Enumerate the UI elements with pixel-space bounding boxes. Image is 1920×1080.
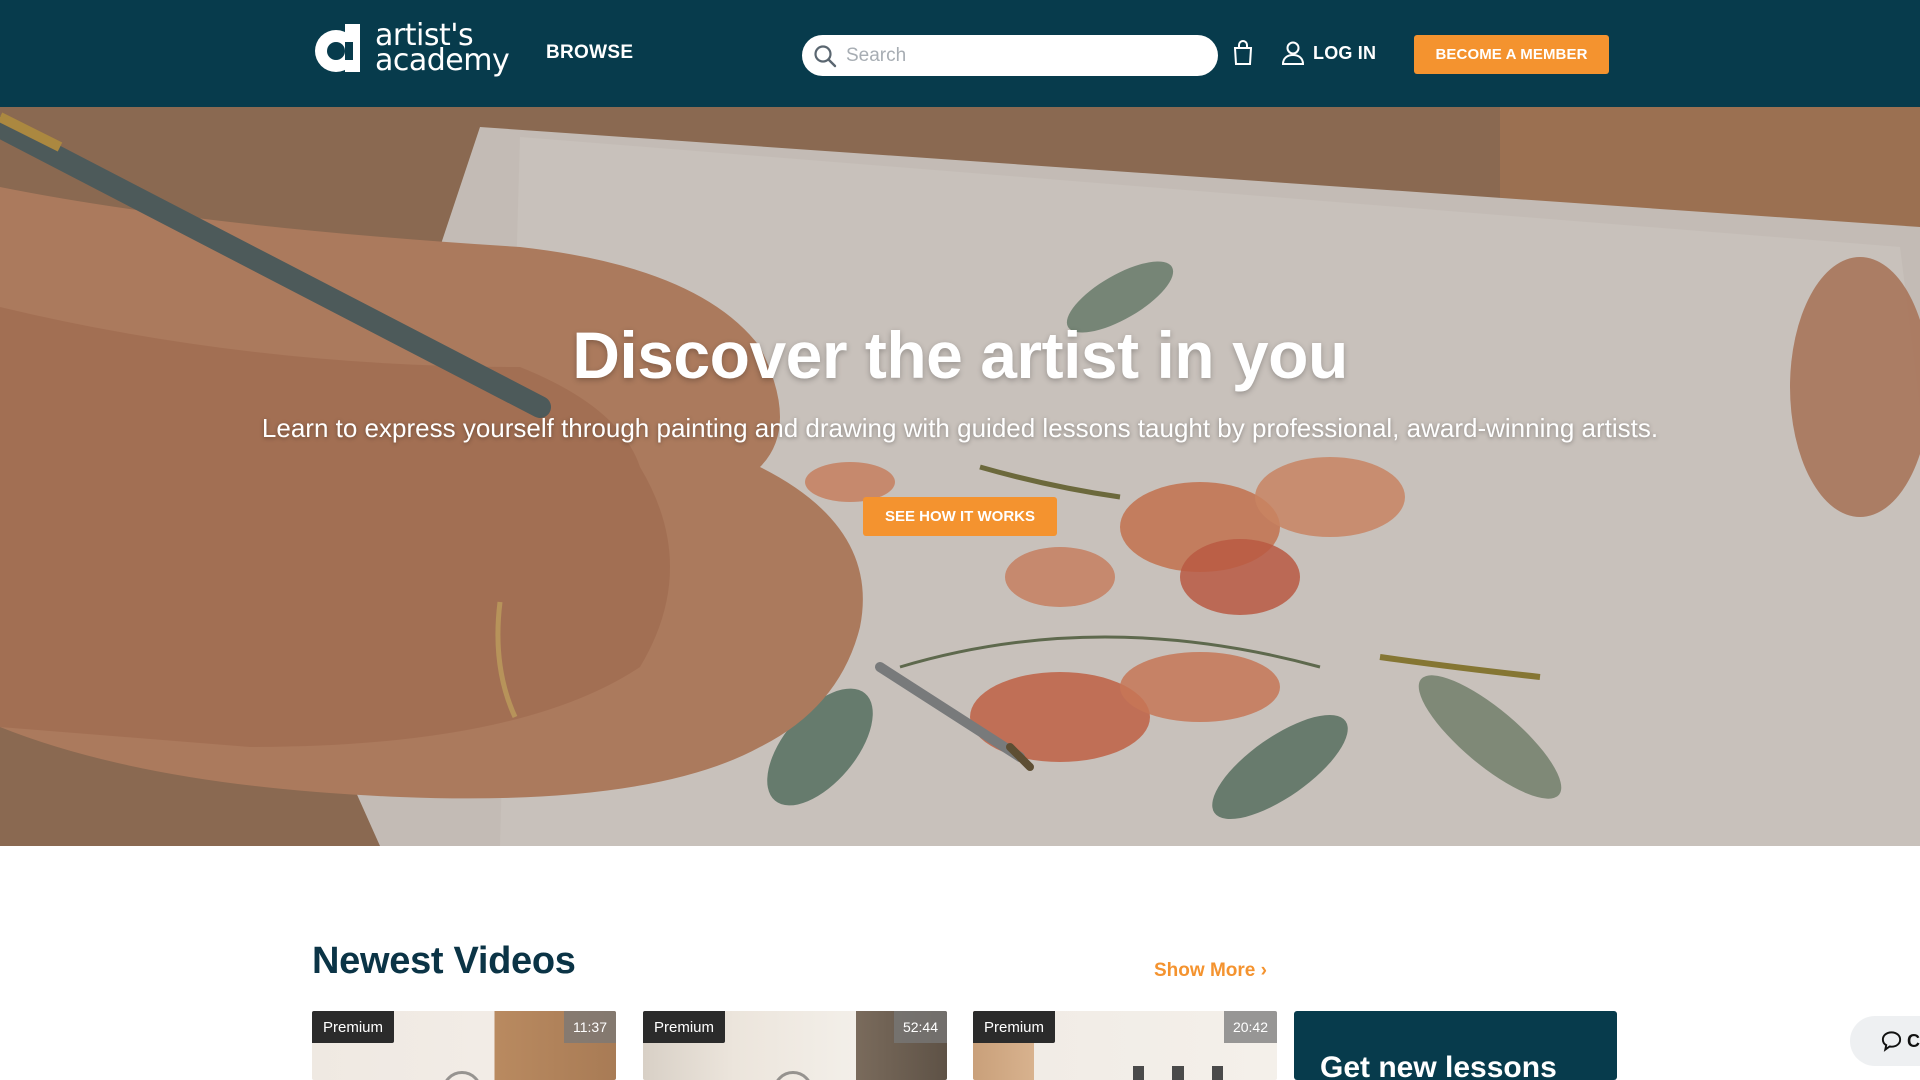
logo-line-2: academy — [375, 43, 510, 78]
chat-widget-button[interactable]: C — [1850, 1016, 1920, 1066]
login-label: LOG IN — [1313, 42, 1377, 63]
premium-badge: Premium — [973, 1011, 1056, 1043]
newest-videos-heading: Newest Videos — [312, 940, 576, 982]
browse-link[interactable]: BROWSE — [546, 42, 633, 64]
hero-banner: Discover the artist in you Learn to expr… — [0, 107, 1920, 846]
logo-wordmark: artist's academy — [375, 21, 510, 78]
become-member-button[interactable]: BECOME A MEMBER — [1414, 35, 1609, 74]
search-icon — [814, 44, 837, 67]
chat-bubble-icon — [1881, 1031, 1902, 1052]
video-duration: 20:42 — [1223, 1011, 1277, 1043]
search-bar[interactable] — [802, 35, 1218, 76]
video-thumbnail-shape — [773, 1071, 813, 1080]
chat-label: C — [1907, 1030, 1920, 1051]
video-duration: 52:44 — [893, 1011, 947, 1043]
search-input[interactable] — [846, 44, 1206, 67]
video-card[interactable]: Premium 11:37 — [312, 1011, 616, 1080]
video-card[interactable]: Premium 52:44 — [643, 1011, 947, 1080]
promo-title: Get new lessons — [1320, 1051, 1557, 1080]
top-navigation: artist's academy BROWSE LOG IN BECOME A … — [0, 0, 1920, 107]
newsletter-promo-card: Get new lessons — [1294, 1011, 1617, 1080]
see-how-it-works-button[interactable]: SEE HOW IT WORKS — [863, 497, 1057, 536]
hero-title: Discover the artist in you — [572, 318, 1348, 392]
artists-academy-logo-icon — [315, 24, 360, 72]
premium-badge: Premium — [312, 1011, 395, 1043]
video-card[interactable]: Premium 20:42 — [973, 1011, 1277, 1080]
video-thumbnail-marks — [1133, 1066, 1223, 1080]
site-logo[interactable]: artist's academy — [311, 20, 510, 78]
shopping-bag-icon[interactable] — [1232, 40, 1254, 66]
hero-subtitle: Learn to express yourself through painti… — [261, 413, 1659, 443]
login-link[interactable]: LOG IN — [1281, 40, 1376, 66]
video-duration: 11:37 — [564, 1011, 616, 1043]
hero-overlay — [0, 107, 1920, 846]
video-thumbnail-shape — [442, 1071, 482, 1080]
show-more-link[interactable]: Show More › — [1154, 960, 1267, 982]
user-icon — [1281, 41, 1305, 65]
premium-badge: Premium — [643, 1011, 726, 1043]
